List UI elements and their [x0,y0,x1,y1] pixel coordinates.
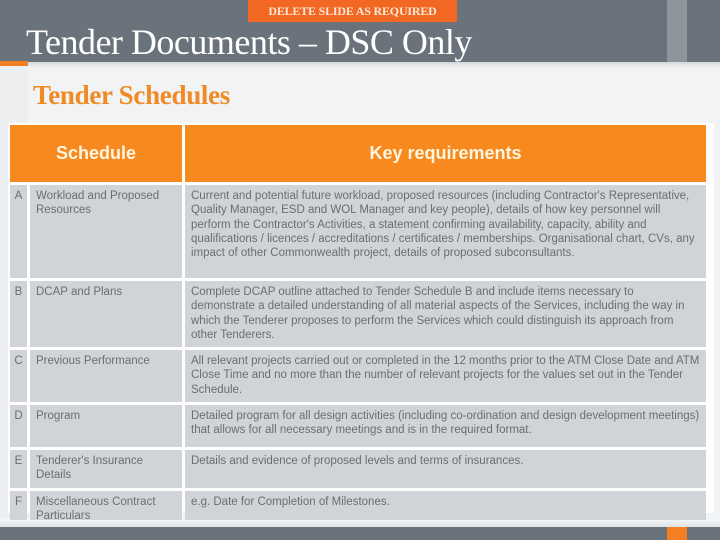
row-letter: A [10,185,27,278]
table-row: A Workload and Proposed Resources Curren… [10,185,706,278]
table-header-row: Schedule Key requirements [10,125,706,182]
row-requirements: Detailed program for all design activiti… [185,405,706,448]
slide-subtitle: Tender Schedules [33,80,231,110]
row-requirements: Current and potential future workload, p… [185,185,706,278]
row-schedule: Program [30,405,182,448]
table-row: E Tenderer's Insurance Details Details a… [10,450,706,488]
footer-shadow [0,520,720,527]
table-row: C Previous Performance All relevant proj… [10,350,706,403]
table-row: D Program Detailed program for all desig… [10,405,706,448]
footer-orange-accent [667,527,687,540]
slide-title: Tender Documents – DSC Only [26,22,472,62]
schedules-table-container: Schedule Key requirements A Workload and… [8,123,714,529]
delete-slide-banner: DELETE SLIDE AS REQUIRED [248,0,457,22]
schedules-table: Schedule Key requirements A Workload and… [7,122,709,531]
table-row: B DCAP and Plans Complete DCAP outline a… [10,281,706,348]
row-schedule: Previous Performance [30,350,182,403]
row-letter: E [10,450,27,488]
row-requirements: Complete DCAP outline attached to Tender… [185,281,706,348]
row-schedule: DCAP and Plans [30,281,182,348]
row-requirements: All relevant projects carried out or com… [185,350,706,403]
orange-accent-tick [0,61,28,66]
row-schedule: Workload and Proposed Resources [30,185,182,278]
slide-footer [0,527,720,540]
header-stripe-decoration [667,0,687,62]
row-letter: B [10,281,27,348]
column-header-key-requirements: Key requirements [185,125,706,182]
row-schedule: Tenderer's Insurance Details [30,450,182,488]
column-header-schedule: Schedule [10,125,182,182]
row-letter: C [10,350,27,403]
row-letter: D [10,405,27,448]
row-requirements: Details and evidence of proposed levels … [185,450,706,488]
